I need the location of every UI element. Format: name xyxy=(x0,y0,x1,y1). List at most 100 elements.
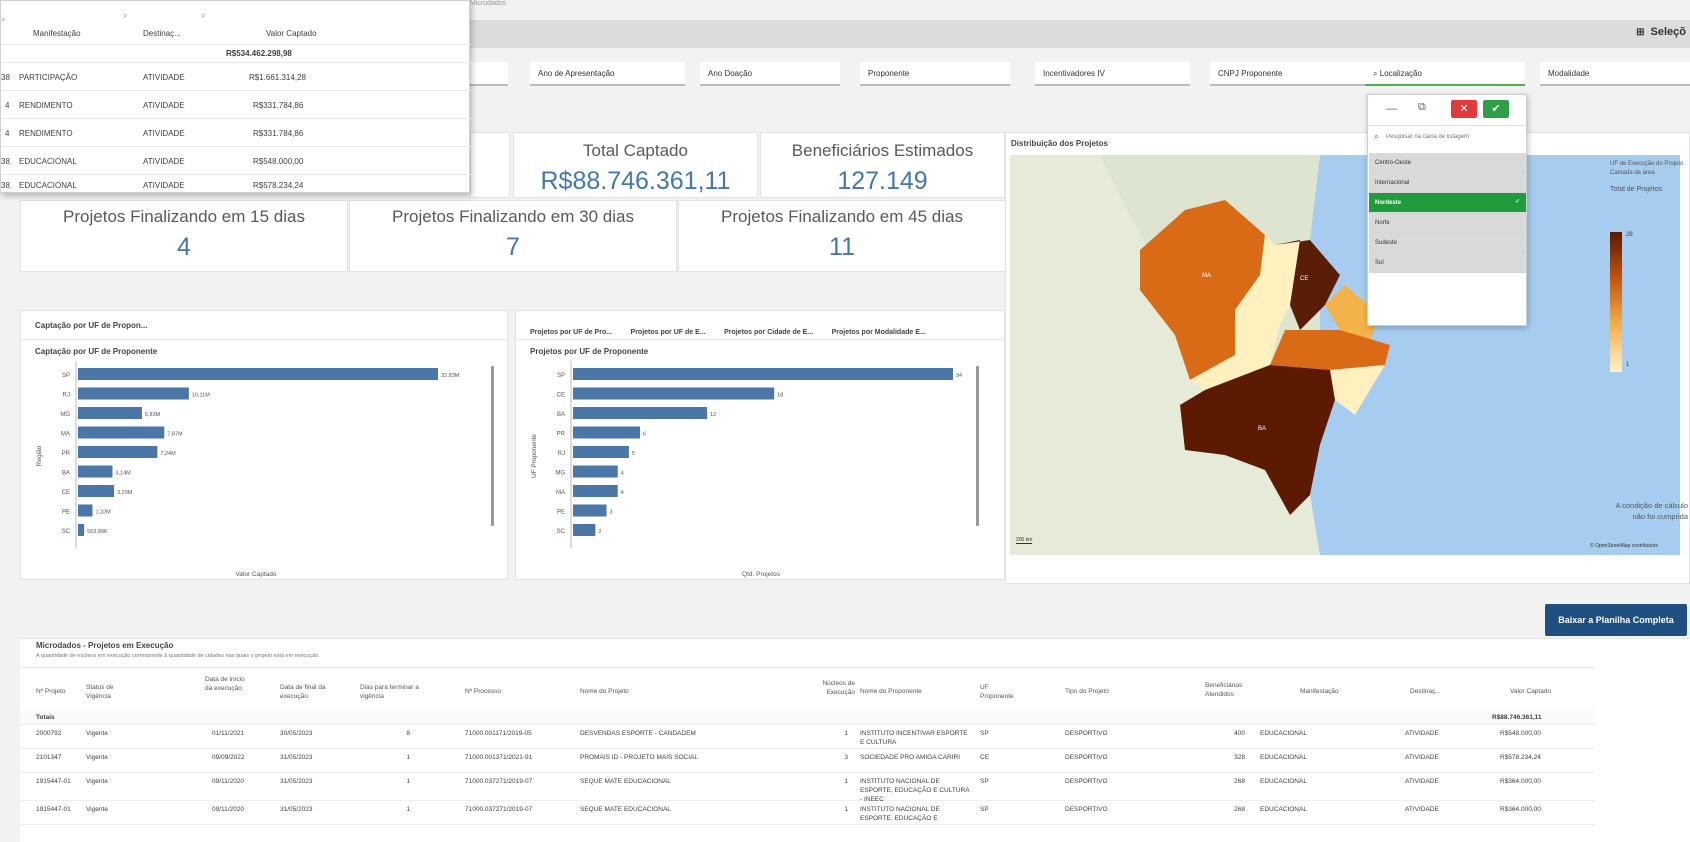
filter-localizacao[interactable]: ⌕ Localização xyxy=(1365,62,1525,86)
table-cell: DESPORTIVO xyxy=(1065,806,1108,813)
tick-label: MA xyxy=(556,490,565,496)
filter-cnpj-proponente[interactable]: CNPJ Proponente xyxy=(1210,62,1370,86)
table-cell: EDUCACIONAL xyxy=(1260,806,1307,813)
divider xyxy=(20,667,1595,668)
table-cell: 31/05/2023 xyxy=(280,806,313,813)
filter-partial[interactable] xyxy=(470,62,508,86)
bar[interactable] xyxy=(573,465,618,478)
tab-cidade-execucao[interactable]: Projetos por Cidade de E... xyxy=(724,329,813,336)
bar[interactable] xyxy=(78,368,438,380)
scrollbar[interactable] xyxy=(491,366,494,526)
bar[interactable] xyxy=(573,368,953,380)
col-header[interactable]: Beneficiários Atendidos xyxy=(1205,681,1257,699)
filter-label: Proponente xyxy=(868,69,910,78)
col-header[interactable]: Nº Projeto xyxy=(36,687,65,696)
table-cell: EDUCACIONAL xyxy=(1260,730,1307,737)
column-header[interactable]: Destinaç... xyxy=(143,29,181,38)
bar[interactable] xyxy=(78,485,115,497)
filter-label: Modalidade xyxy=(1548,69,1590,78)
region-option[interactable]: Sul xyxy=(1369,253,1526,273)
table-cell: ATIVIDADE xyxy=(1405,754,1439,761)
column-header[interactable]: Manifestação xyxy=(33,29,81,38)
bar[interactable] xyxy=(78,465,113,478)
bar[interactable] xyxy=(573,387,775,400)
bar[interactable] xyxy=(573,426,641,439)
table-row[interactable]: 4 RENDIMENTO ATIVIDADE R$331.784,86 xyxy=(1,119,471,147)
col-header[interactable]: Dias para terminar a vigência xyxy=(360,683,420,701)
totals-value: R$88.746.361,11 xyxy=(1492,714,1542,721)
table-cell: 328 xyxy=(1234,754,1245,761)
bar[interactable] xyxy=(78,407,142,419)
scrollbar[interactable] xyxy=(976,366,979,526)
table-row[interactable]: 38 PARTICIPAÇÃO ATIVIDADE R$1.661.314,28 xyxy=(1,63,471,91)
selections-button[interactable]: ⊞ Seleçõ xyxy=(1636,26,1686,38)
bar[interactable] xyxy=(78,446,158,458)
confirm-selection-button[interactable]: ✔ xyxy=(1483,100,1509,118)
table-cell: INSTITUTO INCENTIVAR ESPORTE E CULTURA xyxy=(860,730,968,746)
filter-incentivadores[interactable]: Incentivadores IV xyxy=(1035,62,1190,86)
region-option-selected[interactable]: Nordeste ✓ xyxy=(1369,193,1526,213)
bar[interactable] xyxy=(573,407,708,419)
cancel-selection-button[interactable]: ✕ xyxy=(1451,100,1477,118)
col-header[interactable]: Status de Vigência xyxy=(86,683,134,701)
filter-proponente[interactable]: Proponente xyxy=(860,62,1010,86)
col-header[interactable]: Data de início da execução xyxy=(205,675,247,693)
captacao-tab[interactable]: Captação por UF de Propon... xyxy=(35,321,147,330)
col-header[interactable]: Tipo do Projeto xyxy=(1065,687,1109,696)
col-header[interactable]: Manifestação xyxy=(1300,687,1339,696)
map-view[interactable]: MA CE BA 200 km © OpenStreetMap contribu… xyxy=(1010,155,1680,555)
col-header[interactable]: Nº Processo xyxy=(465,687,501,696)
col-header[interactable]: Nome do Projeto xyxy=(580,687,629,696)
table-row[interactable]: 4 RENDIMENTO ATIVIDADE R$331.784,86 xyxy=(1,91,471,119)
region-option[interactable]: Centro-Oeste xyxy=(1369,153,1526,173)
col-header[interactable]: Valor Captado xyxy=(1510,687,1551,696)
bar[interactable] xyxy=(78,387,189,400)
bar[interactable] xyxy=(78,426,165,439)
region-option[interactable]: Sudeste xyxy=(1369,233,1526,253)
bar[interactable] xyxy=(573,485,618,497)
col-header[interactable]: Nome do Proponente xyxy=(860,687,922,696)
col-header[interactable]: Data de final da execução xyxy=(280,683,328,701)
kpi-label: Projetos Finalizando em 30 dias xyxy=(392,207,634,226)
region-option[interactable]: Norte xyxy=(1369,213,1526,233)
tab-uf-execucao[interactable]: Projetos por UF de E... xyxy=(631,329,706,336)
table-row[interactable]: 38 EDUCACIONAL ATIVIDADE R$548.000,00 xyxy=(1,147,471,175)
table-cell: Vigente xyxy=(86,730,108,737)
table-cell: 400 xyxy=(1234,730,1245,737)
filter-modalidade[interactable]: Modalidade xyxy=(1540,62,1690,86)
bar[interactable] xyxy=(78,504,93,517)
col-header[interactable]: Núcleos de Execução xyxy=(815,679,855,697)
tab-modalidade[interactable]: Projetos por Modalidade E... xyxy=(832,329,926,336)
data-label: 1,32M xyxy=(95,510,111,516)
kpi-value: 11 xyxy=(829,233,855,261)
tab-uf-proponente[interactable]: Projetos por UF de Pro... xyxy=(530,329,612,336)
col-header[interactable]: Destinaç... xyxy=(1410,687,1441,696)
filter-ano-apresentacao[interactable]: Ano de Apresentação xyxy=(530,62,685,86)
table-row[interactable]: 2000792 Vigente 01/11/2021 30/05/2023 8 71000… xyxy=(20,725,1595,749)
sort-icon[interactable]: ⌕ xyxy=(1,15,5,25)
step-back-icon[interactable]: — xyxy=(1386,103,1397,115)
table-cell: 71000.037271/2019-07 xyxy=(465,778,533,785)
col-header[interactable]: UF Proponente xyxy=(980,683,1020,701)
region-option[interactable]: Internacional xyxy=(1369,173,1526,193)
column-header[interactable]: Valor Captado xyxy=(266,29,317,38)
bar[interactable] xyxy=(78,524,85,536)
filter-ano-doacao[interactable]: Ano Doação xyxy=(700,62,840,86)
lasso-icon[interactable]: ⧉ xyxy=(1418,101,1426,114)
bar[interactable] xyxy=(573,524,596,536)
table-row[interactable]: 38 EDUCACIONAL ATIVIDADE R$578.234,24 xyxy=(1,175,471,194)
divider xyxy=(1368,125,1526,126)
divider xyxy=(21,339,509,340)
search-icon[interactable]: ⌕ xyxy=(123,11,127,21)
table-cell: 71000.001371/2021-91 xyxy=(465,754,533,761)
option-label: Nordeste xyxy=(1375,200,1402,206)
bar[interactable] xyxy=(573,446,629,458)
download-spreadsheet-button[interactable]: Baixar a Planilha Completa xyxy=(1545,604,1687,636)
search-icon[interactable]: ⌕ xyxy=(201,11,205,21)
table-row[interactable]: 2101347 Vigente 09/09/2022 31/05/2023 1 71000… xyxy=(20,749,1595,773)
table-row[interactable]: 1915447-01 Vigente 09/11/2020 31/05/2023 1 71… xyxy=(20,773,1595,803)
region-search-input[interactable] xyxy=(1386,130,1520,144)
bar[interactable] xyxy=(573,504,607,517)
data-label: 34 xyxy=(956,373,962,379)
table-row[interactable]: 1915447-01 Vigente 09/11/2020 31/05/2023 1 71… xyxy=(20,801,1595,825)
